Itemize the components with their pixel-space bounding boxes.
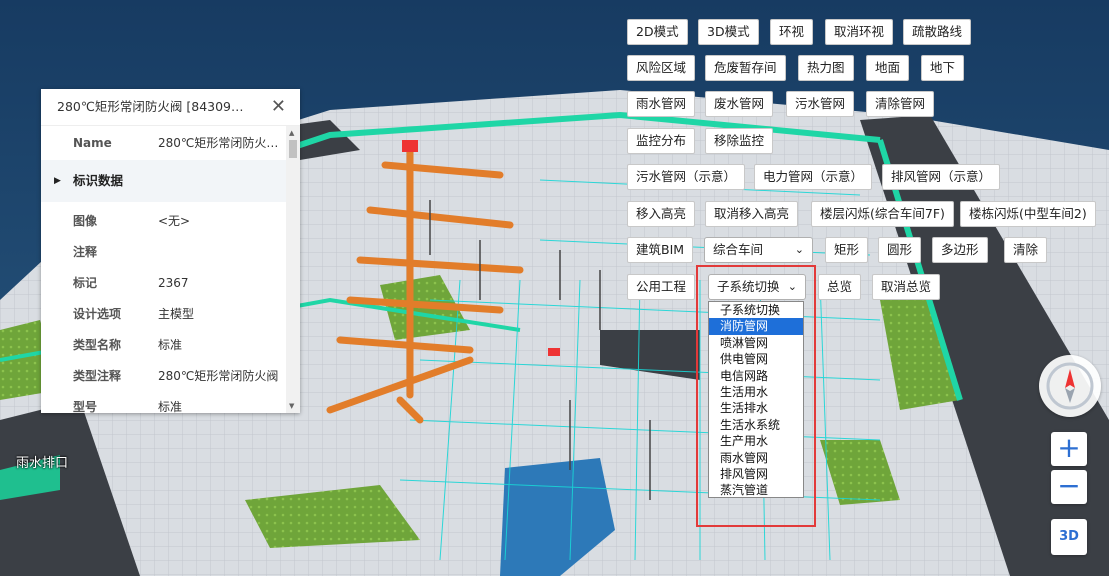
property-row: 类型名称 标准 [41,330,286,361]
scroll-down-icon[interactable]: ▼ [289,402,294,410]
property-row: 注释 [41,237,286,268]
building-bim-button[interactable]: 建筑BIM [627,237,694,263]
caret-right-icon: ▶ [54,176,61,186]
property-value: <无> [158,214,191,228]
rainwater-pipe-button[interactable]: 雨水管网 [627,91,696,117]
property-key: Name [73,136,112,150]
property-value: 280℃矩形常闭防火阀 [158,369,279,383]
subsystem-option[interactable]: 蒸汽管道 [709,482,803,498]
exhaust-pipe-schematic-button[interactable]: 排风管网（示意） [882,164,1001,190]
property-key: 型号 [73,400,98,413]
heatmap-button[interactable]: 热力图 [798,55,854,81]
property-value: 主模型 [158,307,195,321]
compass-icon[interactable] [1039,355,1101,417]
property-key: 注释 [73,245,98,259]
subsystem-select-value: 子系统切换 [717,279,780,294]
subsystem-option[interactable]: 子系统切换 [709,302,803,318]
subsystem-option[interactable]: 供电管网 [709,351,803,367]
zoom-out-button[interactable]: − [1051,470,1087,504]
zoom-in-button[interactable]: + [1051,432,1087,466]
subsystem-option[interactable]: 排风管网 [709,466,803,482]
hover-highlight-button[interactable]: 移入高亮 [627,201,696,227]
property-row-name: Name 280℃矩形常闭防火… [41,126,286,160]
rectangle-button[interactable]: 矩形 [825,237,869,263]
property-row: 标记 2367 [41,268,286,299]
chevron-down-icon: ⌄ [787,280,797,293]
property-key: 标记 [73,276,98,290]
subsystem-option[interactable]: 生活排水 [709,400,803,416]
subsystem-dropdown-list: 子系统切换 消防管网 喷淋管网 供电管网 电信网路 生活用水 生活排水 生活水系统 生产用水 雨水… [708,301,804,498]
property-value: 标准 [158,338,183,352]
3d-mode-button[interactable]: 3D模式 [698,19,759,45]
property-row: 图像 <无> [41,206,286,237]
building-blink-button[interactable]: 楼栋闪烁(中型车间2) [960,201,1096,227]
property-row: 类型注释 280℃矩形常闭防火阀 [41,361,286,392]
property-row: 型号 标准 [41,392,286,413]
properties-body: Name 280℃矩形常闭防火… ▶ 标识数据 图像 <无> 注释标记 2367 设计选… [41,126,286,413]
subsystem-option[interactable]: 喷淋管网 [709,335,803,351]
circle-button[interactable]: 圆形 [878,237,922,263]
subsystem-option[interactable]: 生产用水 [709,433,803,449]
wastewater-pipe-button[interactable]: 废水管网 [705,91,774,117]
property-value: 标准 [158,400,183,413]
close-icon[interactable]: ✕ [271,89,286,125]
view-3d-button[interactable]: 3D [1051,519,1087,555]
property-key: 设计选项 [73,307,122,321]
clear-pipes-button[interactable]: 清除管网 [866,91,935,117]
monitor-distribution-button[interactable]: 监控分布 [627,128,696,154]
subsystem-option[interactable]: 雨水管网 [709,450,803,466]
property-rows: 图像 <无> 注释 标记 2367 设计选项 主模型 类型名称 标准 类型注释 280℃矩形常闭防火… [41,202,286,413]
section-title: 标识数据 [73,173,124,188]
underground-button[interactable]: 地下 [921,55,965,81]
hazardous-storage-button[interactable]: 危废暂存间 [705,55,786,81]
clear-drawing-button[interactable]: 清除 [1004,237,1048,263]
cancel-overview-button[interactable]: 取消总览 [872,274,941,300]
polygon-button[interactable]: 多边形 [932,237,988,263]
floor-blink-button[interactable]: 楼层闪烁(综合车间7F) [811,201,954,227]
cancel-hover-highlight-button[interactable]: 取消移入高亮 [705,201,799,227]
subsystem-option[interactable]: 生活用水 [709,384,803,400]
sewage-pipe-schematic-button[interactable]: 污水管网（示意） [627,164,746,190]
remove-monitor-button[interactable]: 移除监控 [705,128,774,154]
building-select-value: 综合车间 [713,242,764,257]
scroll-thumb[interactable] [289,140,297,158]
properties-scrollbar[interactable]: ▲ ▼ [286,126,300,413]
subsystem-option[interactable]: 生活水系统 [709,417,803,433]
property-value: 2367 [158,276,189,290]
risk-area-button[interactable]: 风险区域 [627,55,696,81]
section-identity-data[interactable]: ▶ 标识数据 [41,160,286,202]
subsystem-option[interactable]: 消防管网 [709,318,803,335]
properties-title: 280℃矩形常闭防火阀 [84309… [57,99,244,114]
property-value: 280℃矩形常闭防火… [158,136,279,150]
ground-button[interactable]: 地面 [866,55,910,81]
scroll-up-icon[interactable]: ▲ [289,129,294,137]
property-key: 类型注释 [73,369,122,383]
chevron-down-icon: ⌄ [794,243,804,256]
property-row: 设计选项 主模型 [41,299,286,330]
properties-panel: 280℃矩形常闭防火阀 [84309… ✕ Name 280℃矩形常闭防火… ▶… [41,89,300,413]
evacuation-route-button[interactable]: 疏散路线 [903,19,972,45]
property-key: 类型名称 [73,338,122,352]
cancel-look-around-button[interactable]: 取消环视 [825,19,894,45]
sewage-pipe-button[interactable]: 污水管网 [786,91,855,117]
rain-outlet-label: 雨水排口 [16,456,69,471]
property-key: 图像 [73,214,98,228]
2d-mode-button[interactable]: 2D模式 [627,19,688,45]
building-select[interactable]: 综合车间 ⌄ [704,237,813,263]
utility-engineering-button[interactable]: 公用工程 [627,274,696,300]
subsystem-option[interactable]: 电信网路 [709,368,803,384]
power-pipe-schematic-button[interactable]: 电力管网（示意） [754,164,873,190]
properties-header: 280℃矩形常闭防火阀 [84309… ✕ [41,89,300,126]
subsystem-select[interactable]: 子系统切换 ⌄ [708,274,806,300]
overview-button[interactable]: 总览 [818,274,862,300]
look-around-button[interactable]: 环视 [770,19,814,45]
